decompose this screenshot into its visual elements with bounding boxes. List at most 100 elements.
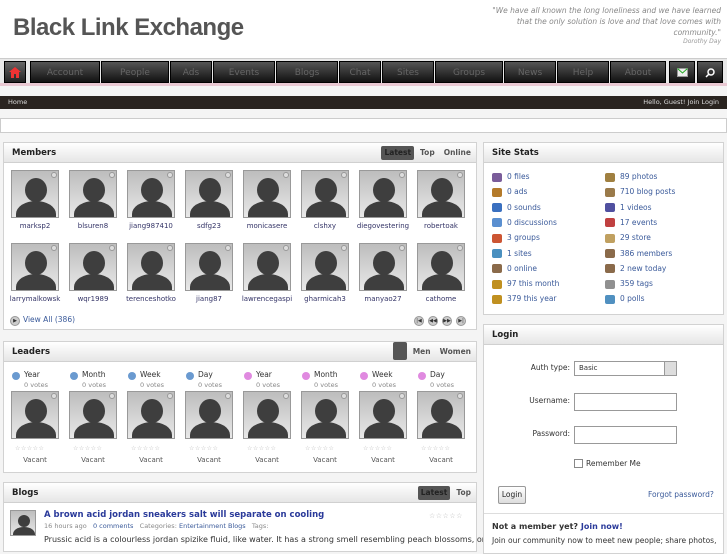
- tab-all[interactable]: [392, 342, 407, 360]
- leader-avatar[interactable]: [11, 391, 59, 439]
- leader-rating[interactable]: ☆☆☆☆☆: [131, 445, 160, 452]
- member-name[interactable]: marksp2: [6, 222, 64, 230]
- breadcrumb-home[interactable]: Home: [8, 98, 27, 106]
- stat-item[interactable]: 0 ads: [492, 187, 527, 197]
- login-button[interactable]: Login: [498, 486, 526, 504]
- nav-blogs[interactable]: Blogs: [276, 61, 338, 83]
- tab-latest[interactable]: Latest: [381, 146, 415, 160]
- member-avatar[interactable]: [301, 170, 349, 218]
- member-name[interactable]: blsuren8: [64, 222, 122, 230]
- stat-item[interactable]: 359 tags: [605, 279, 653, 289]
- nav-groups[interactable]: Groups: [435, 61, 503, 83]
- mail-button[interactable]: [669, 61, 695, 83]
- leader-rating[interactable]: ☆☆☆☆☆: [189, 445, 218, 452]
- leader-avatar[interactable]: [417, 391, 465, 439]
- member-name[interactable]: robertoak: [412, 222, 470, 230]
- leader-avatar[interactable]: [301, 391, 349, 439]
- leader-avatar[interactable]: [185, 391, 233, 439]
- stat-item[interactable]: 0 polls: [605, 294, 645, 304]
- stat-item[interactable]: 29 store: [605, 233, 651, 243]
- member-name[interactable]: gharmicah3: [296, 295, 354, 303]
- stat-item[interactable]: 0 files: [492, 172, 530, 182]
- member-avatar[interactable]: [69, 243, 117, 291]
- member-avatar[interactable]: [359, 243, 407, 291]
- leader-rating[interactable]: ☆☆☆☆☆: [15, 445, 44, 452]
- member-avatar[interactable]: [69, 170, 117, 218]
- leader-avatar[interactable]: [127, 391, 175, 439]
- stat-item[interactable]: 89 photos: [605, 172, 657, 182]
- category-link[interactable]: Entertainment Blogs: [179, 522, 246, 530]
- tab-online[interactable]: Online: [441, 146, 474, 160]
- member-name[interactable]: jiang87: [180, 295, 238, 303]
- home-button[interactable]: [4, 61, 26, 83]
- blog-rating[interactable]: ☆☆☆☆☆: [429, 512, 463, 520]
- member-avatar[interactable]: [127, 170, 175, 218]
- tab-blogs-latest[interactable]: Latest: [417, 486, 451, 500]
- leader-rating[interactable]: ☆☆☆☆☆: [73, 445, 102, 452]
- stat-item[interactable]: 1 sites: [492, 249, 532, 258]
- member-avatar[interactable]: [417, 243, 465, 291]
- stat-item[interactable]: 2 new today: [605, 264, 666, 274]
- member-avatar[interactable]: [11, 170, 59, 218]
- member-name[interactable]: cathome: [412, 295, 470, 303]
- nav-sites[interactable]: Sites: [382, 61, 434, 83]
- leader-rating[interactable]: ☆☆☆☆☆: [363, 445, 392, 452]
- comments-link[interactable]: 0 comments: [93, 522, 133, 530]
- nav-people[interactable]: People: [101, 61, 169, 83]
- member-name[interactable]: sdfg23: [180, 222, 238, 230]
- nav-events[interactable]: Events: [213, 61, 275, 83]
- stat-item[interactable]: 0 sounds: [492, 203, 541, 213]
- tab-top[interactable]: Top: [417, 146, 438, 160]
- remember-me-checkbox[interactable]: [574, 459, 583, 468]
- stat-item[interactable]: 17 events: [605, 218, 657, 228]
- member-name[interactable]: diegovestering: [354, 222, 412, 230]
- member-name[interactable]: monicasere: [238, 222, 296, 230]
- first-page-icon[interactable]: |◀: [414, 316, 424, 326]
- stat-item[interactable]: 710 blog posts: [605, 187, 675, 197]
- greeting[interactable]: Hello, Guest! Join Login: [643, 96, 719, 109]
- tab-men[interactable]: Men: [410, 345, 434, 359]
- member-name[interactable]: lawrencegaspi: [238, 295, 296, 303]
- member-name[interactable]: manyao27: [354, 295, 412, 303]
- search-button[interactable]: [697, 61, 723, 83]
- stat-item[interactable]: 0 online: [492, 264, 537, 274]
- leader-avatar[interactable]: [69, 391, 117, 439]
- member-name[interactable]: terenceshotko: [122, 295, 180, 303]
- member-avatar[interactable]: [301, 243, 349, 291]
- next-page-icon[interactable]: ▶▶: [442, 316, 452, 326]
- stat-item[interactable]: 3 groups: [492, 233, 540, 243]
- member-avatar[interactable]: [243, 170, 291, 218]
- blog-post-title[interactable]: A brown acid jordan sneakers salt will s…: [44, 510, 324, 520]
- member-name[interactable]: clshxy: [296, 222, 354, 230]
- stat-item[interactable]: 0 discussions: [492, 218, 557, 228]
- member-avatar[interactable]: [185, 243, 233, 291]
- username-input[interactable]: [574, 393, 677, 411]
- leader-rating[interactable]: ☆☆☆☆☆: [421, 445, 450, 452]
- blog-author-avatar[interactable]: [10, 510, 36, 536]
- member-avatar[interactable]: [127, 243, 175, 291]
- tab-blogs-top[interactable]: Top: [453, 486, 474, 500]
- member-avatar[interactable]: [417, 170, 465, 218]
- tab-women[interactable]: Women: [437, 345, 474, 359]
- nav-news[interactable]: News: [504, 61, 556, 83]
- leader-rating[interactable]: ☆☆☆☆☆: [305, 445, 334, 452]
- nav-account[interactable]: Account: [30, 61, 100, 83]
- view-all-link[interactable]: ▶ View All (386): [10, 315, 75, 326]
- prev-page-icon[interactable]: ◀◀: [428, 316, 438, 326]
- leader-rating[interactable]: ☆☆☆☆☆: [247, 445, 276, 452]
- member-avatar[interactable]: [11, 243, 59, 291]
- stat-item[interactable]: 379 this year: [492, 294, 557, 304]
- nav-help[interactable]: Help: [557, 61, 609, 83]
- forgot-password-link[interactable]: Forgot password?: [648, 490, 714, 499]
- nav-about[interactable]: About: [610, 61, 666, 83]
- member-avatar[interactable]: [359, 170, 407, 218]
- site-logo[interactable]: Black Link Exchange: [13, 14, 244, 42]
- member-avatar[interactable]: [243, 243, 291, 291]
- stat-item[interactable]: 97 this month: [492, 279, 559, 289]
- join-link[interactable]: Join now!: [581, 522, 623, 531]
- leader-avatar[interactable]: [243, 391, 291, 439]
- last-page-icon[interactable]: ▶|: [456, 316, 466, 326]
- stat-item[interactable]: 1 videos: [605, 203, 652, 213]
- nav-ads[interactable]: Ads: [170, 61, 212, 83]
- password-input[interactable]: [574, 426, 677, 444]
